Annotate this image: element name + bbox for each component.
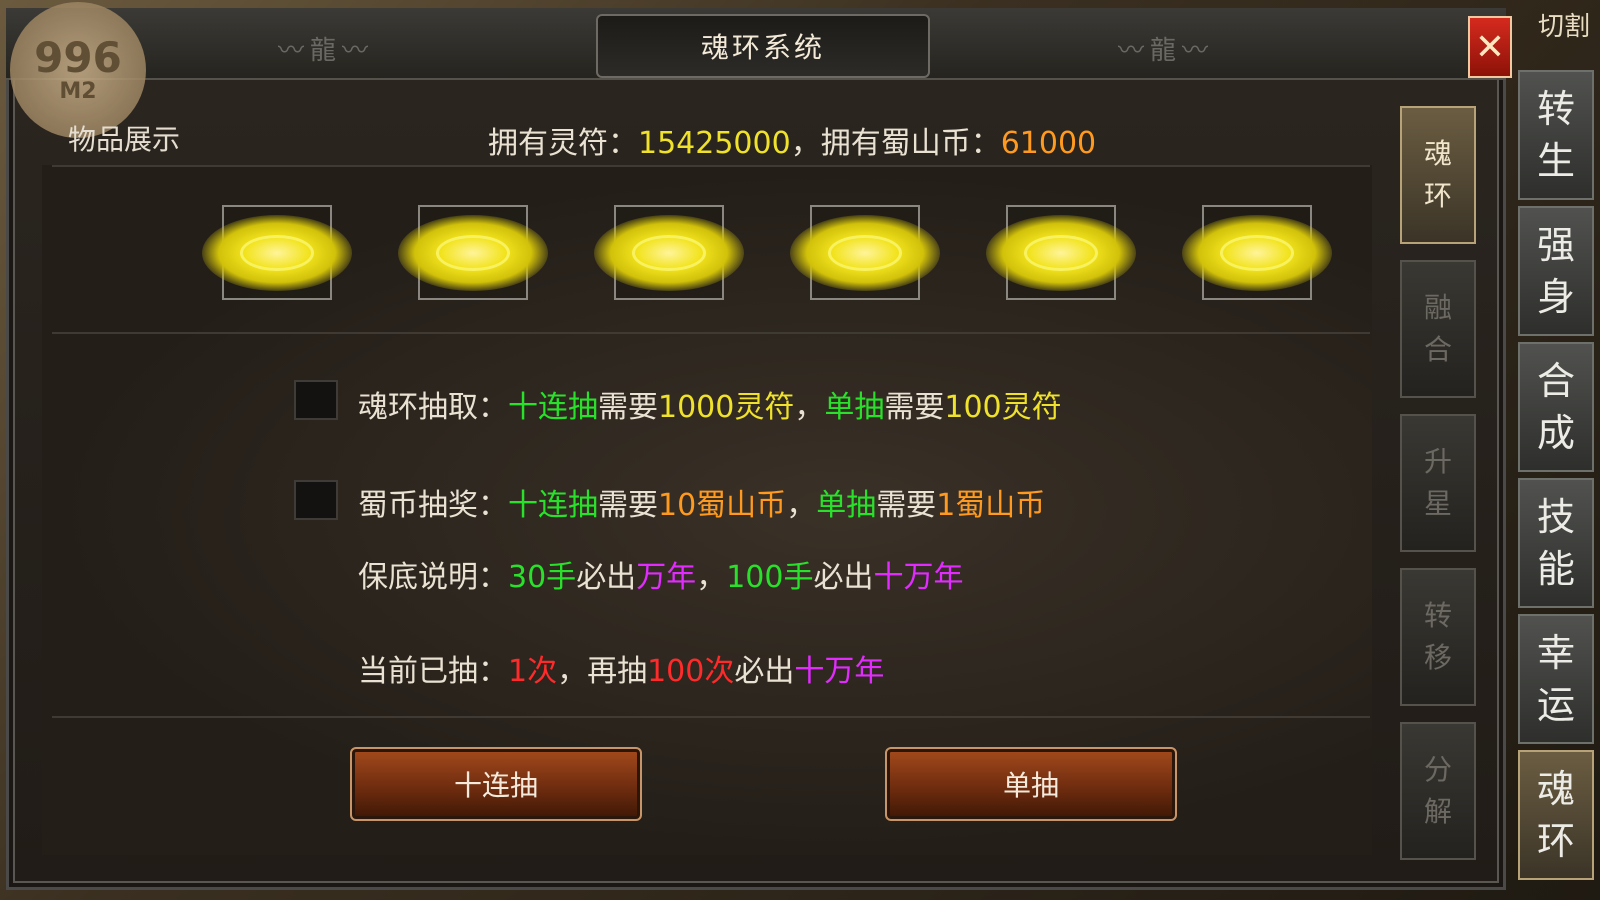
logo-sub: M2: [59, 78, 97, 104]
guarantee-item: 万年: [636, 560, 697, 595]
divider: [52, 332, 1370, 334]
ring-slot[interactable]: [790, 205, 940, 300]
dragon-ornament-right: 〰龍〰: [1117, 36, 1214, 66]
tab-label: 融 合: [1423, 291, 1452, 366]
nav-label: 转 生: [1536, 87, 1575, 183]
ten-cost: 1000灵符: [658, 390, 795, 425]
soul-draw-rule: 魂环抽取：十连抽需要1000灵符，单抽需要100灵符: [358, 382, 1062, 426]
guarantee-rule: 保底说明：30手必出万年，100手必出十万年: [358, 552, 963, 596]
ten-cost: 10蜀山币: [658, 488, 787, 523]
nav-synthesize[interactable]: 合 成: [1518, 342, 1594, 472]
rule-label: 蜀币抽奖：: [358, 488, 508, 523]
need-text: 需要: [876, 488, 937, 523]
currency-info: 拥有灵符：15425000，拥有蜀山币：61000: [488, 118, 1096, 162]
guarantee-count: 100手: [726, 560, 814, 595]
guarantee-text: 必出: [813, 560, 874, 595]
close-button[interactable]: ✕: [1468, 16, 1512, 78]
title-plate: 魂环系统: [596, 14, 930, 78]
rule-label: 魂环抽取：: [358, 390, 508, 425]
coin-draw-checkbox[interactable]: [294, 480, 338, 520]
ten-draw-text: 十连抽: [508, 390, 598, 425]
soul-ring-icon: [1182, 215, 1332, 291]
progress-label: 当前已抽：: [358, 654, 508, 689]
shushan-value: 61000: [1000, 126, 1097, 161]
guarantee-text: 必出: [576, 560, 637, 595]
nav-label: 合 成: [1536, 359, 1575, 455]
single-draw-text: 单抽: [816, 488, 877, 523]
guarantee-item: 十万年: [873, 560, 964, 595]
drawn-count: 1次: [508, 654, 558, 689]
sep: ，: [696, 560, 727, 595]
tab-label: 转 移: [1423, 599, 1452, 674]
soul-ring-icon: [398, 215, 548, 291]
soul-ring-icon: [594, 215, 744, 291]
window-title: 魂环系统: [700, 31, 825, 64]
sep: ，: [794, 390, 825, 425]
tab-label: 魂 环: [1423, 137, 1452, 212]
single-cost: 1蜀山币: [936, 488, 1046, 523]
nav-skills[interactable]: 技 能: [1518, 478, 1594, 608]
tab-fuse[interactable]: 融 合: [1400, 260, 1476, 398]
tab-transfer[interactable]: 转 移: [1400, 568, 1476, 706]
lingfu-label: 拥有灵符：: [488, 126, 638, 161]
ten-draw-button[interactable]: 十连抽: [350, 747, 642, 821]
logo-number: 996: [34, 32, 122, 82]
cut-label[interactable]: 切割: [1538, 6, 1590, 43]
lingfu-value: 15425000: [638, 126, 791, 161]
shushan-label: 拥有蜀山币：: [820, 126, 1001, 161]
ring-slot[interactable]: [986, 205, 1136, 300]
divider: [52, 716, 1370, 718]
soul-draw-checkbox[interactable]: [294, 380, 338, 420]
tab-star-up[interactable]: 升 星: [1400, 414, 1476, 552]
tab-soul-ring[interactable]: 魂 环: [1400, 106, 1476, 244]
divider: [52, 165, 1370, 167]
need-text: 需要: [884, 390, 945, 425]
ten-draw-text: 十连抽: [508, 488, 598, 523]
ring-slot[interactable]: [594, 205, 744, 300]
item-display-label: 物品展示: [68, 123, 181, 156]
need-text: 需要: [598, 390, 658, 425]
sep: ，再抽: [557, 654, 648, 689]
nav-luck[interactable]: 幸 运: [1518, 614, 1594, 744]
ring-slot[interactable]: [398, 205, 548, 300]
coin-draw-rule: 蜀币抽奖：十连抽需要10蜀山币，单抽需要1蜀山币: [358, 480, 1045, 524]
soul-ring-icon: [202, 215, 352, 291]
ring-slot[interactable]: [202, 205, 352, 300]
title-bar: 〰龍〰 魂环系统 〰龍〰: [6, 8, 1506, 80]
nav-label: 幸 运: [1536, 631, 1575, 727]
soul-ring-icon: [986, 215, 1136, 291]
tab-label: 分 解: [1423, 753, 1452, 828]
tab-decompose[interactable]: 分 解: [1400, 722, 1476, 860]
nav-strengthen[interactable]: 强 身: [1518, 206, 1594, 336]
soul-ring-icon: [790, 215, 940, 291]
progress-text: 必出: [734, 654, 795, 689]
rule-label: 保底说明：: [358, 560, 508, 595]
nav-label: 魂 环: [1536, 767, 1575, 863]
single-draw-button[interactable]: 单抽: [885, 747, 1177, 821]
single-cost: 100灵符: [944, 390, 1062, 425]
ring-slot[interactable]: [1182, 205, 1332, 300]
nav-label: 技 能: [1536, 495, 1575, 591]
nav-soul-ring[interactable]: 魂 环: [1518, 750, 1594, 880]
nav-rebirth[interactable]: 转 生: [1518, 70, 1594, 200]
single-draw-text: 单抽: [824, 390, 885, 425]
sep: ，: [786, 488, 817, 523]
draw-progress: 当前已抽：1次，再抽100次必出十万年: [358, 646, 884, 690]
need-text: 需要: [598, 488, 658, 523]
progress-item: 十万年: [794, 654, 885, 689]
close-icon: ✕: [1474, 26, 1506, 68]
dragon-ornament-left: 〰龍〰: [277, 36, 374, 66]
guarantee-count: 30手: [508, 560, 577, 595]
currency-sep: ，: [790, 126, 821, 161]
remaining-count: 100次: [647, 654, 735, 689]
nav-label: 强 身: [1536, 223, 1575, 319]
tab-label: 升 星: [1423, 445, 1452, 520]
